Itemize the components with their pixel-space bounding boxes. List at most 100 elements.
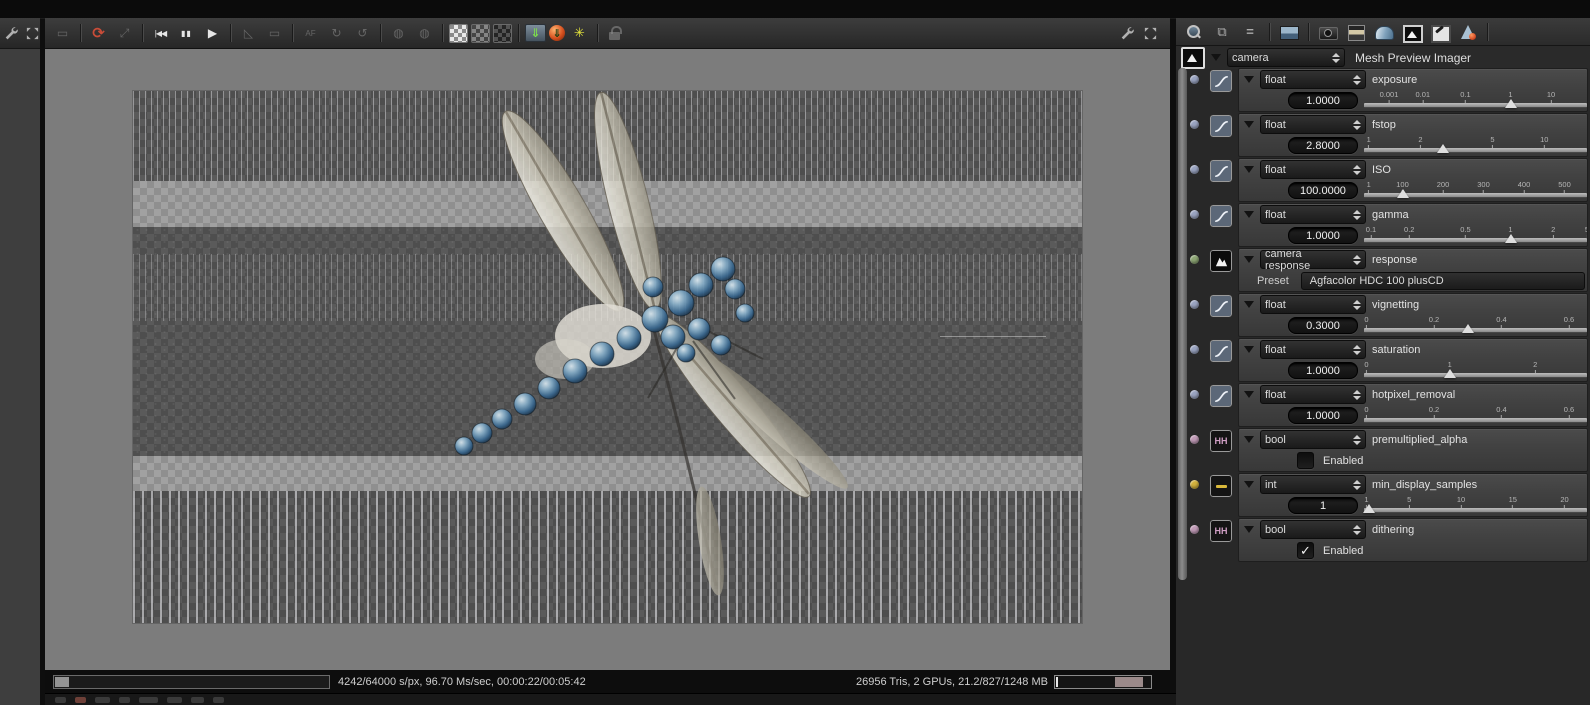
param-value-field[interactable]: 1.0000	[1288, 407, 1358, 424]
preset-dropdown[interactable]: Agfacolor HDC 100 plusCD	[1300, 271, 1585, 290]
param-type-dropdown[interactable]: int	[1260, 475, 1366, 494]
resize-render-icon[interactable]: ⤢	[113, 22, 136, 45]
param-value-field[interactable]: 100.0000	[1288, 182, 1358, 199]
wrench-icon[interactable]	[1120, 26, 1135, 41]
param-checkbox[interactable]: ✓	[1297, 542, 1314, 559]
collapse-triangle-icon[interactable]	[1211, 54, 1221, 61]
param-type-dropdown[interactable]: float	[1260, 295, 1366, 314]
param-type-dropdown[interactable]: float	[1260, 70, 1366, 89]
collapse-triangle-icon[interactable]	[1244, 346, 1254, 353]
spinner-icon[interactable]	[1353, 164, 1361, 175]
restart-render-icon[interactable]: |◀◀	[149, 22, 172, 45]
spinner-icon[interactable]	[1353, 74, 1361, 85]
region-select-icon[interactable]: ▭	[51, 22, 74, 45]
param-type-dropdown[interactable]: float	[1260, 385, 1366, 404]
param-value-field[interactable]: 1.0000	[1288, 362, 1358, 379]
spinner-icon[interactable]	[1353, 119, 1361, 130]
histogram-icon[interactable]	[1181, 46, 1205, 69]
param-type-icon[interactable]: HH	[1209, 519, 1233, 543]
param-type-icon[interactable]	[1209, 474, 1233, 498]
param-value-field[interactable]: 0.3000	[1288, 317, 1358, 334]
wrench-icon[interactable]	[4, 26, 19, 41]
param-type-dropdown[interactable]: float	[1260, 205, 1366, 224]
histogram-icon[interactable]	[1400, 21, 1424, 43]
display-monitor-icon[interactable]: ▭	[263, 22, 286, 45]
param-type-icon[interactable]	[1209, 114, 1233, 138]
param-value-field[interactable]: 1.0000	[1288, 92, 1358, 109]
preview-zoom-icon[interactable]	[1182, 21, 1206, 43]
image-thumbnail-icon[interactable]	[1277, 21, 1301, 43]
collapse-triangle-icon[interactable]	[1244, 166, 1254, 173]
save-render-icon[interactable]: ⇓	[525, 24, 546, 42]
param-slider[interactable]: 1 100 200 300 400 500	[1362, 180, 1587, 201]
collapse-triangle-icon[interactable]	[1244, 526, 1254, 533]
param-slider[interactable]: 0 0.2 0.4 0.6	[1362, 405, 1587, 426]
slider-marker[interactable]	[1504, 234, 1517, 243]
abort-render-icon[interactable]: ⟳	[87, 22, 110, 45]
imager-type-dropdown[interactable]: camera	[1227, 48, 1345, 67]
param-type-dropdown[interactable]: bool	[1260, 430, 1366, 449]
param-slider[interactable]: 0 0.2 0.4 0.6	[1362, 315, 1587, 336]
collapse-triangle-icon[interactable]	[1244, 301, 1254, 308]
autofocus-icon[interactable]: AF	[299, 22, 322, 45]
sphere-view-icon[interactable]: ◍	[387, 22, 410, 45]
spinner-icon[interactable]	[1353, 299, 1361, 310]
param-type-dropdown[interactable]: float	[1260, 340, 1366, 359]
collapse-triangle-icon[interactable]	[1244, 391, 1254, 398]
material-ball-icon[interactable]	[1456, 21, 1480, 43]
param-type-dropdown[interactable]: bool	[1260, 520, 1366, 539]
lock-icon[interactable]	[604, 22, 627, 45]
resume-render-icon[interactable]: ▶	[201, 22, 224, 45]
slider-marker[interactable]	[1362, 504, 1375, 513]
pause-render-icon[interactable]: ▮▮	[175, 22, 198, 45]
spinner-icon[interactable]	[1353, 479, 1361, 490]
pan-icon[interactable]: ↺	[351, 22, 374, 45]
slider-marker[interactable]	[1461, 324, 1474, 333]
param-type-icon[interactable]: HH	[1209, 429, 1233, 453]
param-type-icon[interactable]	[1209, 249, 1233, 273]
render-canvas[interactable]	[45, 49, 1170, 670]
param-value-field[interactable]: 1.0000	[1288, 227, 1358, 244]
param-type-icon[interactable]	[1209, 69, 1233, 93]
spinner-icon[interactable]	[1353, 389, 1361, 400]
panel-scrollbar[interactable]	[1178, 68, 1187, 580]
param-value-field[interactable]: 1	[1288, 497, 1358, 514]
list-lines-icon[interactable]: =	[1238, 21, 1262, 43]
collapse-triangle-icon[interactable]	[1244, 211, 1254, 218]
param-checkbox[interactable]	[1297, 452, 1314, 469]
slider-marker[interactable]	[1437, 144, 1449, 153]
spinner-icon[interactable]	[1353, 254, 1361, 265]
spinner-icon[interactable]	[1332, 52, 1340, 63]
expand-icon[interactable]	[25, 26, 40, 41]
measure-icon[interactable]: ◺	[237, 22, 260, 45]
build-image-icon[interactable]	[1428, 21, 1452, 43]
camera-icon[interactable]	[1316, 21, 1340, 43]
param-slider[interactable]: 1 5 10 15 20	[1362, 495, 1587, 516]
collapse-triangle-icon[interactable]	[1244, 76, 1254, 83]
param-slider[interactable]: 012	[1362, 360, 1587, 381]
param-type-icon[interactable]	[1209, 339, 1233, 363]
param-type-dropdown[interactable]: camera response	[1260, 249, 1366, 272]
alpha-white-icon[interactable]	[449, 23, 468, 43]
spinner-icon[interactable]	[1353, 209, 1361, 220]
film-curve-icon[interactable]	[1372, 21, 1396, 43]
slider-marker[interactable]	[1396, 189, 1409, 198]
collapse-triangle-icon[interactable]	[1244, 436, 1254, 443]
param-type-icon[interactable]	[1209, 159, 1233, 183]
param-slider[interactable]: 0.10.20.5125	[1362, 225, 1587, 246]
slider-marker[interactable]	[1504, 99, 1517, 108]
param-slider[interactable]: 1 2 5 10	[1362, 135, 1587, 156]
collapse-triangle-icon[interactable]	[1244, 256, 1254, 263]
orbit-icon[interactable]: ↻	[325, 22, 348, 45]
layers-icon[interactable]: ⧉	[1210, 21, 1234, 43]
collapse-triangle-icon[interactable]	[1244, 121, 1254, 128]
expand-icon[interactable]	[1143, 26, 1158, 41]
param-type-icon[interactable]	[1209, 294, 1233, 318]
param-value-field[interactable]: 2.8000	[1288, 137, 1358, 154]
spinner-icon[interactable]	[1353, 524, 1361, 535]
spinner-icon[interactable]	[1353, 344, 1361, 355]
param-type-dropdown[interactable]: float	[1260, 160, 1366, 179]
param-type-icon[interactable]	[1209, 384, 1233, 408]
param-type-dropdown[interactable]: float	[1260, 115, 1366, 134]
light-boost-icon[interactable]: ✳	[568, 22, 591, 45]
